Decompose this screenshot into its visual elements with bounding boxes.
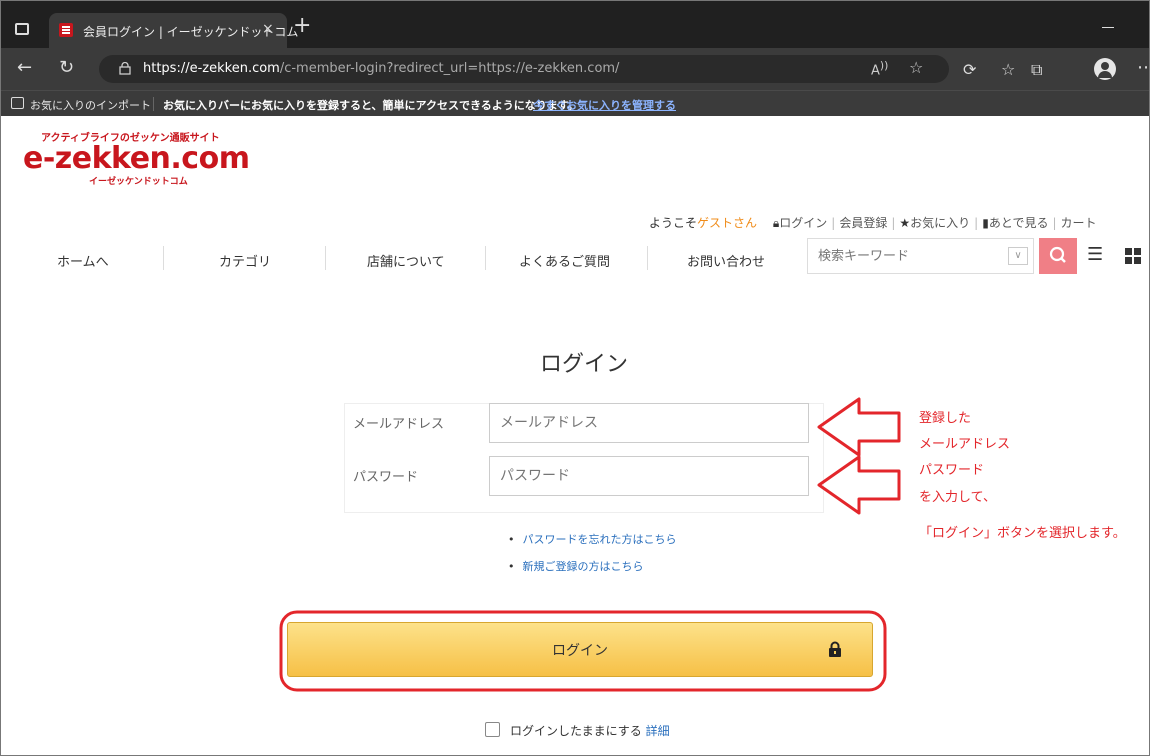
register-link[interactable]: 会員登録: [839, 216, 887, 230]
import-favorites-link[interactable]: お気に入りのインポート: [30, 97, 151, 113]
star-icon: ★: [899, 216, 911, 230]
nav-divider: [163, 246, 164, 270]
back-arrow-icon[interactable]: ←: [17, 57, 32, 78]
favorites-bar-divider: [153, 97, 154, 111]
tab-actions-icon[interactable]: [15, 23, 29, 35]
read-aloud-icon[interactable]: A)): [871, 59, 888, 78]
favorites-link[interactable]: お気に入り: [910, 216, 970, 230]
nav-divider: [485, 246, 486, 270]
nav-about-store[interactable]: 店舗について: [367, 251, 445, 270]
lock-icon: [829, 641, 841, 657]
list-view-icon[interactable]: ☰: [1087, 246, 1103, 264]
list-item: パスワードを忘れた方はこちら: [508, 531, 677, 547]
new-register-link[interactable]: 新規ご登録の方はこちら: [523, 560, 644, 573]
profile-icon[interactable]: [1094, 58, 1116, 80]
chevron-down-icon[interactable]: ∨: [1008, 247, 1028, 265]
address-bar-row: ← ↻ https://e-zekken.com/c-member-login?…: [1, 48, 1149, 90]
import-favorites-icon[interactable]: [11, 97, 24, 109]
extensions-icon[interactable]: ⟳: [963, 62, 976, 78]
keep-login-label: ログインしたままにする: [510, 724, 642, 738]
new-tab-icon[interactable]: +: [293, 15, 311, 37]
lock-icon: [119, 62, 131, 75]
keep-login-checkbox[interactable]: [485, 722, 500, 737]
favorites-bar-message: お気に入りバーにお気に入りを登録すると、簡単にアクセスできるようになります。: [163, 99, 579, 112]
login-button[interactable]: ログイン: [287, 622, 873, 677]
password-field[interactable]: [489, 456, 809, 496]
logo-text: e-zekken.com: [23, 141, 250, 176]
forgot-password-link[interactable]: パスワードを忘れた方はこちら: [523, 533, 677, 546]
bookmark-icon: ▮: [982, 216, 989, 230]
favorites-icon[interactable]: ☆: [1001, 62, 1015, 78]
nav-home[interactable]: ホームへ: [57, 251, 109, 270]
more-icon[interactable]: ⋯: [1137, 57, 1149, 78]
annotation-line: を入力して、: [919, 490, 996, 505]
detail-link[interactable]: 詳細: [646, 724, 670, 738]
login-link[interactable]: ログイン: [779, 216, 827, 230]
browser-window: 会員ログイン | イーゼッケンドットコム × + ← ↻ https://e-z…: [0, 0, 1150, 756]
guest-name: ゲストさん: [697, 216, 758, 230]
cart-link[interactable]: カート: [1061, 216, 1097, 230]
page-title: ログイン: [539, 352, 628, 377]
later-link[interactable]: あとで見る: [989, 216, 1049, 230]
favorites-bar: お気に入りのインポート お気に入りバーにお気に入りを登録すると、簡単にアクセスで…: [1, 90, 1149, 116]
main-nav: ホームへ カテゴリ 店舗について よくあるご質問 お問い合わせ: [1, 241, 811, 277]
address-bar[interactable]: https://e-zekken.com/c-member-login?redi…: [99, 55, 949, 83]
email-label: メールアドレス: [353, 417, 445, 432]
search-icon: [1049, 246, 1066, 263]
url-domain: https://e-zekken.com: [143, 61, 280, 76]
welcome-text: ようこそ: [649, 216, 698, 230]
nav-category[interactable]: カテゴリ: [219, 251, 271, 270]
url-text: https://e-zekken.com/c-member-login?redi…: [143, 61, 619, 76]
url-path: /c-member-login?redirect_url=https://e-z…: [279, 61, 620, 76]
minimize-icon[interactable]: [1102, 27, 1114, 28]
collections-icon[interactable]: ⧉: [1031, 62, 1042, 78]
search-input[interactable]: [807, 238, 1034, 274]
active-tab[interactable]: 会員ログイン | イーゼッケンドットコム ×: [49, 13, 298, 48]
login-button-label: ログイン: [552, 642, 608, 659]
tab-close-icon[interactable]: ×: [262, 21, 274, 37]
help-links: パスワードを忘れた方はこちら 新規ご登録の方はこちら: [508, 531, 677, 585]
utility-nav: ようこそゲストさん 🔒︎ログイン | 会員登録 | ★お気に入り | ▮あとで見る | カート: [649, 216, 1097, 230]
grid-view-icon[interactable]: [1125, 248, 1141, 264]
nav-contact[interactable]: お問い合わせ: [687, 251, 765, 270]
list-item: 新規ご登録の方はこちら: [508, 558, 677, 574]
email-field[interactable]: [489, 403, 809, 443]
annotation-line: メールアドレス: [919, 437, 1011, 452]
nav-divider: [325, 246, 326, 270]
site-logo[interactable]: アクティブライフのゼッケン通販サイト e-zekken.com イーゼッケンドッ…: [23, 129, 250, 187]
search-button[interactable]: [1039, 238, 1077, 274]
site-favicon-icon: [59, 23, 73, 37]
manage-favorites-link[interactable]: 今すぐお気に入りを管理する: [533, 97, 676, 113]
tab-bar: 会員ログイン | イーゼッケンドットコム × +: [1, 1, 1149, 48]
reload-icon[interactable]: ↻: [59, 57, 74, 78]
annotation-line: 登録した: [919, 411, 972, 426]
nav-faq[interactable]: よくあるご質問: [519, 251, 610, 270]
nav-divider: [647, 246, 648, 270]
annotation-line: 「ログイン」ボタンを選択します。: [919, 526, 1126, 541]
login-form: メールアドレス パスワード: [344, 403, 824, 513]
password-label: パスワード: [353, 470, 419, 485]
annotation-line: パスワード: [919, 463, 985, 478]
add-favorite-icon[interactable]: ☆: [909, 58, 923, 77]
